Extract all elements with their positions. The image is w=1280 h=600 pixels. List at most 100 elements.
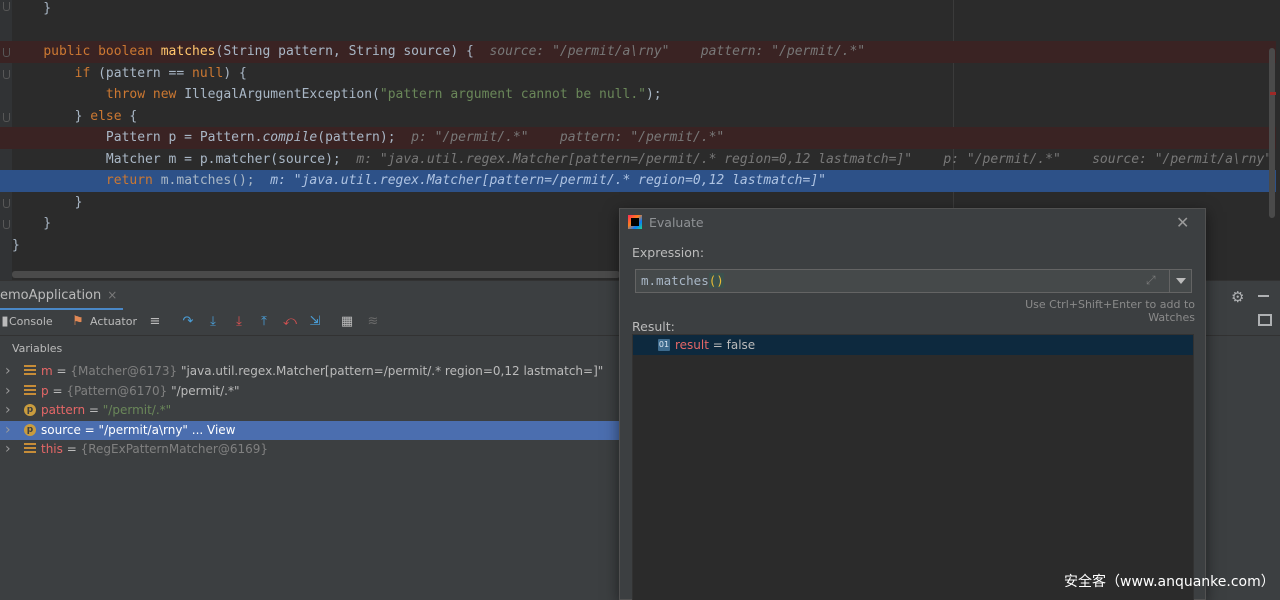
result-value: result = false <box>675 338 756 352</box>
dialog-title-bar[interactable]: Evaluate ✕ <box>620 209 1205 237</box>
variable-text: this = {RegExPatternMatcher@6169} <box>41 442 268 456</box>
code-token: ) { <box>223 65 247 81</box>
actuator-icon: ⚑ <box>72 314 84 329</box>
chevron-right-icon[interactable]: › <box>5 440 11 459</box>
code-line[interactable]: public boolean matches(String pattern, S… <box>0 41 1276 63</box>
variable-row-pattern[interactable]: › p pattern = "/permit/.*" <box>0 401 620 420</box>
watch-hint: Use Ctrl+Shift+Enter to add to Watches <box>1025 298 1195 324</box>
code-token: } <box>12 108 91 124</box>
chevron-right-icon[interactable]: › <box>5 401 11 420</box>
variable-row-this[interactable]: › this = {RegExPatternMatcher@6169} <box>0 440 620 459</box>
expression-text[interactable]: m.matches() <box>641 270 724 292</box>
drop-frame-icon[interactable]: ⤺ <box>281 313 299 331</box>
history-dropdown-icon[interactable] <box>1176 278 1186 284</box>
variable-row-source[interactable]: › p source = "/permit/a\rny" ... View <box>0 420 620 440</box>
expression-label: Expression: <box>632 245 705 260</box>
code-token: } <box>12 194 83 210</box>
error-stripe-mark[interactable] <box>1270 92 1276 95</box>
variable-text: m = {Matcher@6173} "java.util.regex.Matc… <box>41 364 604 378</box>
vertical-scrollbar[interactable] <box>1269 48 1275 218</box>
chevron-right-icon[interactable]: › <box>5 421 11 440</box>
fold-marker-icon[interactable] <box>3 2 10 11</box>
code-token: else <box>90 108 130 124</box>
watermark: 安全客（www.anquanke.com） <box>1064 574 1275 590</box>
code-token: if <box>74 65 99 81</box>
field-icon <box>24 365 36 377</box>
chevron-right-icon[interactable]: › <box>5 382 11 401</box>
field-icon <box>24 384 36 397</box>
variable-row-m[interactable]: › m = {Matcher@6173} "java.util.regex.Mat… <box>0 362 620 381</box>
parameter-icon: p <box>24 423 36 436</box>
force-step-into-icon[interactable]: ⤓ <box>230 313 248 331</box>
code-token: } <box>12 237 20 253</box>
expression-input[interactable]: m.matches() ⤢ <box>635 269 1192 293</box>
layout-icon[interactable] <box>1258 314 1272 326</box>
fold-marker-icon[interactable] <box>3 220 10 229</box>
parameter-icon: p <box>24 404 36 416</box>
code-token: throw new <box>105 87 185 102</box>
dropdown-separator <box>1169 270 1170 292</box>
minimize-icon[interactable] <box>1258 295 1269 297</box>
variable-text: p = {Pattern@6170} "/permit/.*" <box>41 383 240 398</box>
step-out-icon[interactable]: ⤒ <box>255 313 273 331</box>
inline-debug-value: m: "java.util.regex.Matcher[pattern=/per… <box>270 173 826 188</box>
code-line[interactable] <box>0 20 1276 42</box>
side-pane <box>1205 314 1280 600</box>
gear-icon[interactable]: ⚙ <box>1231 288 1244 306</box>
variables-header: Variables <box>12 342 63 355</box>
intellij-logo-icon <box>628 215 642 229</box>
actuator-tab[interactable]: Actuator <box>90 314 137 330</box>
console-tab[interactable]: Console <box>9 314 53 330</box>
fold-marker-icon[interactable] <box>3 70 10 79</box>
primitive-value-icon: 01 <box>658 339 670 351</box>
code-token: null <box>192 65 224 81</box>
code-token: "pattern argument cannot be null." <box>379 87 646 102</box>
code-token: ); <box>645 87 662 102</box>
step-into-icon[interactable]: ⤓ <box>204 313 222 331</box>
code-token: } <box>12 216 52 231</box>
dialog-title: Evaluate <box>649 215 704 230</box>
code-token: (String pattern, String source) { <box>215 44 490 59</box>
expand-icon[interactable]: ⤢ <box>1146 273 1156 288</box>
code-token: return <box>105 173 161 188</box>
menu-icon[interactable]: ≡ <box>146 313 164 331</box>
code-line[interactable]: Matcher m = p.matcher(source); m: "java.… <box>0 149 1276 171</box>
code-token: public boolean <box>43 44 161 59</box>
field-icon <box>24 443 36 455</box>
code-line[interactable]: if (pattern == null) { <box>0 63 1276 85</box>
code-token: matches <box>160 44 216 59</box>
run-to-cursor-icon[interactable]: ⇲ <box>306 313 324 331</box>
code-token: (pattern == <box>98 65 193 81</box>
code-line[interactable]: } <box>0 0 1276 20</box>
close-icon[interactable]: ✕ <box>1176 213 1189 232</box>
evaluate-dialog: Evaluate ✕ Expression: m.matches() ⤢ Use… <box>619 208 1206 600</box>
session-tab-label: emoApplication <box>0 288 102 303</box>
code-token: } <box>12 1 52 16</box>
chevron-right-icon[interactable]: › <box>5 362 11 381</box>
inline-debug-value: p: "/permit/.*" pattern: "/permit/.*" <box>411 130 725 145</box>
evaluate-expression-icon[interactable]: ▦ <box>338 313 356 331</box>
close-icon[interactable]: × <box>107 288 117 302</box>
code-token: compile <box>262 130 318 145</box>
code-line[interactable]: throw new IllegalArgumentException("patt… <box>0 84 1276 106</box>
step-over-icon[interactable]: ↷ <box>179 313 197 331</box>
code-token: Pattern p = Pattern. <box>12 130 263 145</box>
tab-debug-session[interactable]: emoApplication × <box>0 281 124 311</box>
fold-marker-icon[interactable] <box>3 199 10 208</box>
fold-marker-icon[interactable] <box>3 113 10 122</box>
code-line[interactable]: } else { <box>0 106 1276 128</box>
trace-icon[interactable]: ≋ <box>364 313 382 331</box>
current-execution-line[interactable]: return m.matches(); m: "java.util.regex.… <box>0 170 1276 192</box>
inline-debug-value: source: "/permit/a\rny" pattern: "/permi… <box>489 44 866 59</box>
result-row[interactable]: 01 result = false <box>633 335 1193 355</box>
horizontal-scrollbar[interactable] <box>12 271 620 278</box>
result-tree[interactable]: 01 result = false <box>632 334 1194 600</box>
fold-marker-icon[interactable] <box>3 48 10 57</box>
code-line[interactable]: Pattern p = Pattern.compile(pattern); p:… <box>0 127 1276 149</box>
variable-text: pattern = "/permit/.*" <box>41 403 172 417</box>
variable-row-p[interactable]: › p = {Pattern@6170} "/permit/.*" <box>0 382 620 401</box>
